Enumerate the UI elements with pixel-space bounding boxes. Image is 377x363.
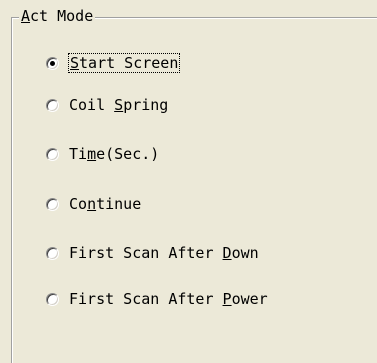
radio-button-icon[interactable] bbox=[46, 246, 59, 260]
label-access-key: D bbox=[222, 244, 232, 262]
label-text-after: tart Screen bbox=[79, 54, 179, 72]
label-text-after: own bbox=[231, 244, 259, 262]
group-title-access-key: A bbox=[21, 7, 31, 25]
radio-option-first-scan-after-down[interactable]: First Scan After Down bbox=[46, 242, 259, 264]
label-access-key: m bbox=[87, 145, 97, 163]
radio-button-icon[interactable] bbox=[46, 197, 59, 211]
label-access-key: S bbox=[114, 96, 124, 114]
radio-option-first-scan-after-power[interactable]: First Scan After Power bbox=[46, 288, 268, 310]
label-access-key: S bbox=[70, 54, 80, 72]
radio-button-icon[interactable] bbox=[46, 56, 59, 70]
label-text-before: Co bbox=[69, 195, 88, 213]
option-label: First Scan After Down bbox=[69, 244, 259, 262]
label-text-after: e(Sec.) bbox=[96, 145, 160, 163]
option-label: Time(Sec.) bbox=[69, 145, 159, 163]
radio-option-time-sec[interactable]: Time(Sec.) bbox=[46, 143, 159, 165]
option-label: First Scan After Power bbox=[69, 290, 268, 308]
radio-button-icon[interactable] bbox=[46, 292, 59, 306]
label-text-after: ower bbox=[231, 290, 268, 308]
radio-button-icon[interactable] bbox=[46, 147, 59, 161]
group-title-text: ct Mode bbox=[30, 7, 94, 25]
label-access-key: n bbox=[87, 195, 97, 213]
radio-option-continue[interactable]: Continue bbox=[46, 193, 141, 215]
label-text-before: Ti bbox=[69, 145, 88, 163]
radio-option-start-screen[interactable]: Start Screen bbox=[46, 52, 181, 74]
option-label: Continue bbox=[69, 195, 141, 213]
act-mode-group-title: Act Mode bbox=[19, 6, 96, 26]
label-text-before: Coil bbox=[69, 96, 115, 114]
label-text-after: tinue bbox=[96, 195, 142, 213]
option-label: Coil Spring bbox=[69, 96, 168, 114]
label-text-before: First Scan After bbox=[69, 244, 223, 262]
radio-button-icon[interactable] bbox=[46, 98, 59, 112]
radio-option-coil-spring[interactable]: Coil Spring bbox=[46, 94, 168, 116]
label-text-before: First Scan After bbox=[69, 290, 223, 308]
label-text-after: pring bbox=[123, 96, 169, 114]
option-label: Start Screen bbox=[67, 53, 181, 73]
label-access-key: P bbox=[222, 290, 232, 308]
